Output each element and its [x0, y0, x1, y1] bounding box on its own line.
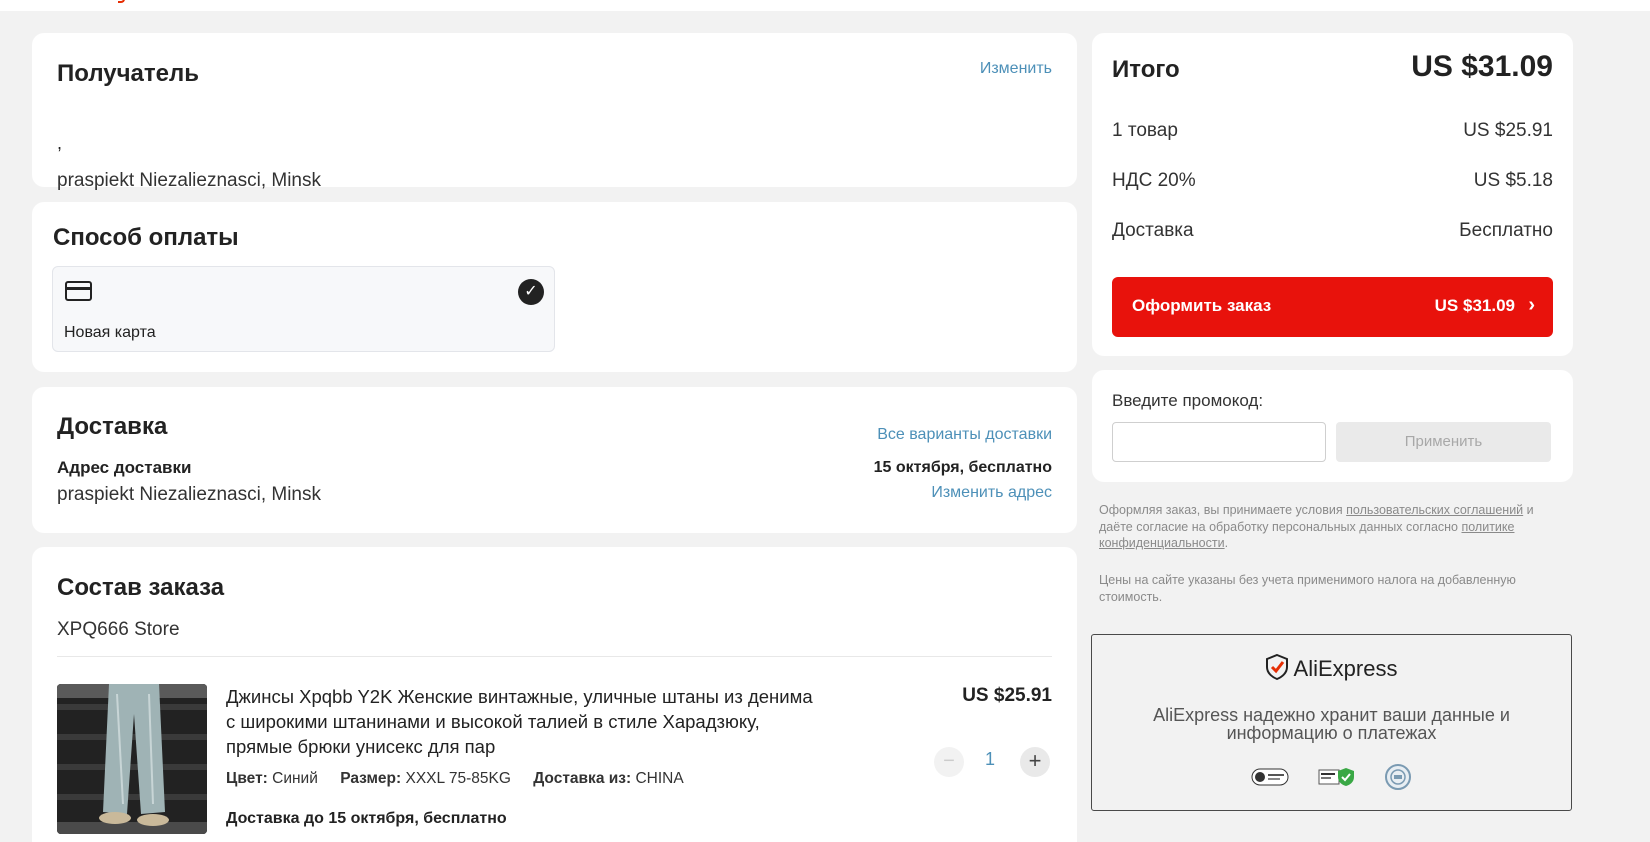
- total-label: Итого: [1112, 56, 1180, 83]
- items-value: US $25.91: [1463, 120, 1553, 141]
- payment-option-new-card[interactable]: ✓ Новая карта: [52, 266, 555, 352]
- delivery-date: 15 октября, бесплатно: [873, 459, 1052, 476]
- promo-card: Введите промокод: Применить: [1092, 370, 1573, 482]
- pci-dss-badge-icon: [1251, 768, 1289, 786]
- payment-card: Способ оплаты ✓ Новая карта: [32, 202, 1077, 372]
- divider: [57, 656, 1052, 657]
- brand-name: AliExpress: [1293, 656, 1398, 681]
- product-attributes: Цвет: Синий Размер: XXXL 75-85KG Доставк…: [226, 770, 684, 788]
- items-label: 1 товар: [1112, 120, 1178, 141]
- terms-notice: Оформляя заказ, вы принимаете условия по…: [1099, 502, 1569, 552]
- promo-label: Введите промокод:: [1112, 391, 1264, 410]
- user-agreements-link[interactable]: пользовательских соглашений: [1346, 503, 1523, 517]
- shipping-label: Доставка: [1112, 220, 1194, 241]
- terms-prefix: Оформляя заказ, вы принимаете условия: [1099, 503, 1343, 517]
- shipping-value: Бесплатно: [1459, 220, 1553, 241]
- delivery-address-label: Адрес доставки: [57, 458, 192, 477]
- product-title[interactable]: Джинсы Xpqbb Y2K Женские винтажные, улич…: [226, 684, 816, 759]
- delivery-title: Доставка: [57, 413, 168, 440]
- vat-note: Цены на сайте указаны без учета применим…: [1099, 573, 1516, 604]
- product-shipping: Доставка до 15 октября, бесплатно: [226, 810, 507, 827]
- summary-row-vat: НДС 20% US $5.18: [1112, 170, 1553, 192]
- logo-fragment: [118, 0, 125, 3]
- total-value: US $31.09: [1411, 50, 1553, 83]
- recipient-name: ,: [57, 133, 63, 153]
- size-label: Размер:: [340, 770, 402, 787]
- trust-panel: AliExpress AliExpress надежно хранит ваш…: [1091, 634, 1572, 811]
- all-delivery-options-link[interactable]: Все варианты доставки: [877, 426, 1052, 444]
- ship-from-value: CHINA: [635, 770, 684, 787]
- order-summary-card: Итого US $31.09 1 товар US $25.91 НДС 20…: [1092, 33, 1573, 356]
- color-label: Цвет:: [226, 770, 268, 787]
- recipient-change-link[interactable]: Изменить: [980, 60, 1052, 78]
- change-address-link[interactable]: Изменить адрес: [931, 484, 1052, 502]
- color-value: Синий: [272, 770, 318, 787]
- vat-label: НДС 20%: [1112, 170, 1196, 191]
- recipient-address: praspiekt Niezalieznasci, Minsk: [57, 170, 321, 191]
- security-badges: [1092, 763, 1571, 791]
- summary-row-items: 1 товар US $25.91: [1112, 120, 1553, 142]
- store-name[interactable]: XPQ666 Store: [57, 619, 180, 641]
- quantity-value: 1: [984, 749, 995, 769]
- chevron-right-icon: ›: [1528, 294, 1535, 316]
- product-price: US $25.91: [962, 685, 1052, 706]
- checkmark-icon: ✓: [518, 279, 544, 305]
- size-value: XXXL 75-85KG: [405, 770, 511, 787]
- brand: AliExpress: [1092, 654, 1571, 682]
- verified-badge-icon: [1318, 768, 1354, 786]
- recipient-title: Получатель: [57, 60, 199, 87]
- recipient-card: Получатель Изменить , praspiekt Niezalie…: [32, 33, 1077, 191]
- payment-title: Способ оплаты: [53, 224, 239, 251]
- quantity-increase-button[interactable]: +: [1020, 747, 1050, 777]
- vat-value: US $5.18: [1473, 170, 1553, 191]
- payment-method-label: Новая карта: [64, 324, 156, 341]
- trust-message: AliExpress надежно хранит ваши данные и …: [1153, 705, 1510, 743]
- promo-code-input[interactable]: [1112, 422, 1326, 462]
- ship-from-label: Доставка из:: [533, 770, 632, 787]
- delivery-card: Доставка Все варианты доставки Адрес дос…: [32, 387, 1077, 533]
- certificate-seal-icon: [1384, 764, 1411, 790]
- apply-promo-button[interactable]: Применить: [1336, 422, 1551, 462]
- quantity-decrease-button[interactable]: −: [934, 747, 964, 777]
- shield-icon: [1265, 654, 1288, 680]
- summary-row-shipping: Доставка Бесплатно: [1112, 220, 1553, 242]
- checkout-amount: US $31.09: [1434, 296, 1515, 315]
- product-image[interactable]: [57, 684, 207, 834]
- credit-card-icon: [65, 281, 92, 301]
- checkout-button[interactable]: Оформить заказ US $31.09 ›: [1112, 277, 1553, 337]
- order-card: Состав заказа XPQ666 Store Джинсы Xpqbb …: [32, 547, 1077, 842]
- top-header-strip: [0, 0, 1650, 11]
- checkout-label: Оформить заказ: [1132, 296, 1272, 315]
- delivery-address: praspiekt Niezalieznasci, Minsk: [57, 484, 321, 505]
- order-title: Состав заказа: [57, 574, 225, 601]
- terms-suffix: .: [1224, 536, 1229, 550]
